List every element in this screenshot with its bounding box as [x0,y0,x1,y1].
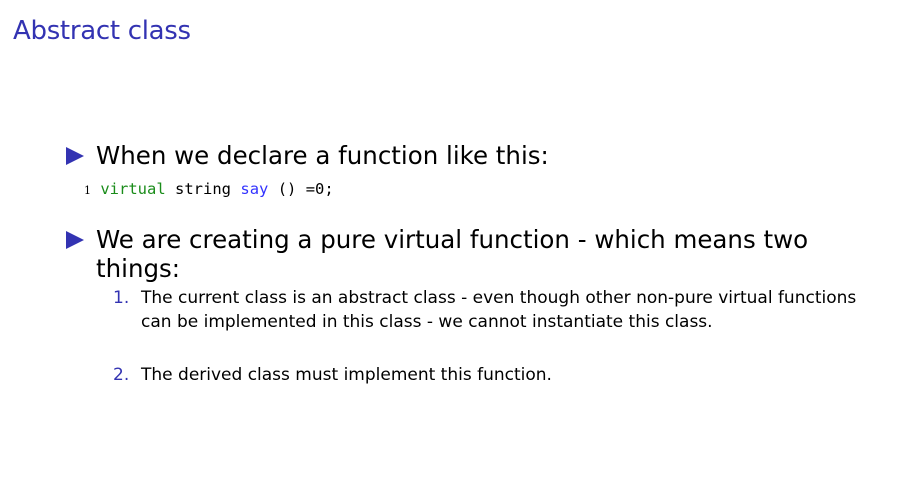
item-text: The derived class must implement this fu… [141,365,552,385]
numbered-item: 2. The derived class must implement this… [113,363,873,387]
item-number: 2. [113,365,130,385]
code-type: string [175,180,232,198]
bullet-item: We are creating a pure virtual function … [66,225,826,283]
code-keyword: virtual [100,180,166,198]
triangle-bullet-icon [66,231,84,249]
code-line-number: 1 [84,184,91,197]
code-rest: () =0; [277,180,334,198]
code-line: 1 virtual string say () =0; [84,180,334,198]
bullet-item: When we declare a function like this: [66,141,866,170]
bullet-text: When we declare a function like this: [96,141,549,170]
numbered-item: 1. The current class is an abstract clas… [113,286,873,334]
slide-title: Abstract class [13,16,191,46]
triangle-bullet-icon [66,147,84,165]
bullet-text: We are creating a pure virtual function … [96,225,809,283]
item-number: 1. [113,288,130,308]
item-text: The current class is an abstract class -… [141,288,857,332]
code-function-name: say [240,180,269,198]
